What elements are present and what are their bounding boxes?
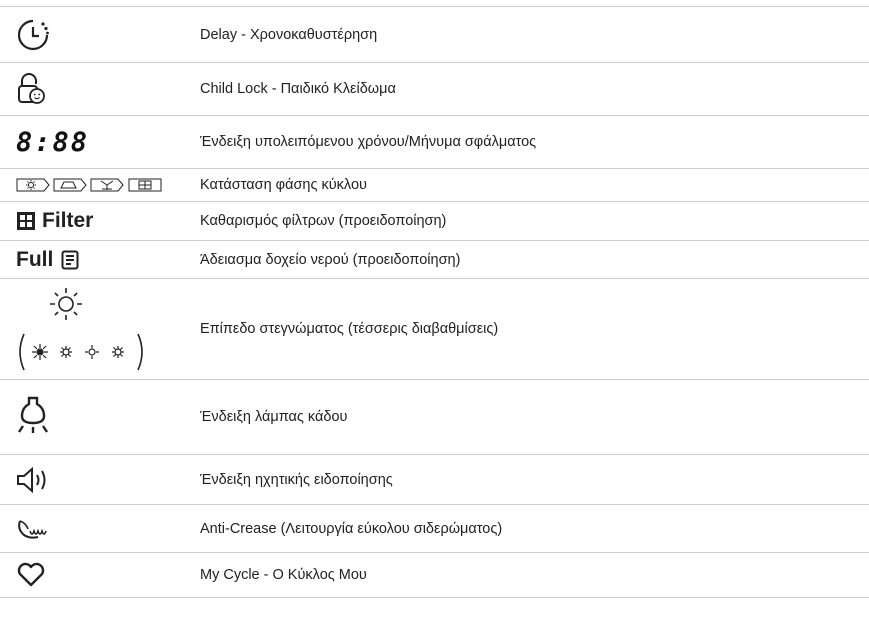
sound-alert-icon xyxy=(16,466,54,493)
legend-text: Child Lock - Παιδικό Κλείδωμα xyxy=(200,81,396,97)
legend-row-delay: Delay - Χρονοκαθυστέρηση xyxy=(0,6,869,62)
legend-text: Ένδειξη υπολειπόμενου χρόνου/Μήνυμα σφάλ… xyxy=(200,134,537,150)
filter-icon xyxy=(16,211,36,231)
legend-table: Delay - Χρονοκαθυστέρηση Child Lock - Πα… xyxy=(0,6,869,598)
digital-display-icon: 8:88 xyxy=(16,126,90,158)
full-label: Full xyxy=(16,247,54,271)
legend-row-drying-level: Επίπεδο στεγνώματος (τέσσερις διαβαθμίσε… xyxy=(0,278,869,379)
legend-row-my-cycle: My Cycle - Ο Κύκλος Μου xyxy=(0,552,869,598)
legend-text: My Cycle - Ο Κύκλος Μου xyxy=(200,567,367,583)
legend-row-lamp: Ένδειξη λάμπας κάδου xyxy=(0,379,869,454)
legend-row-display: 8:88 Ένδειξη υπολειπόμενου χρόνου/Μήνυμα… xyxy=(0,115,869,168)
legend-text: Delay - Χρονοκαθυστέρηση xyxy=(200,26,378,43)
legend-text: Κατάσταση φάσης κύκλου xyxy=(200,177,367,193)
legend-text: Καθαρισμός φίλτρων (προειδοποίηση) xyxy=(200,213,447,229)
cycle-phase-icons xyxy=(16,177,166,193)
legend-row-full: Full Άδειασμα δοχείο νερού (προειδοποίησ… xyxy=(0,240,869,278)
legend-text: Ένδειξη λάμπας κάδου xyxy=(200,409,348,425)
water-container-icon xyxy=(61,250,79,270)
legend-row-child-lock: Child Lock - Παιδικό Κλείδωμα xyxy=(0,62,869,115)
legend-row-filter: Filter Καθαρισμός φίλτρων (προειδοποίηση… xyxy=(0,201,869,240)
drying-level-icon xyxy=(16,284,146,374)
legend-text: Anti-Crease (Λειτουργία εύκολου σιδερώμα… xyxy=(200,520,503,537)
delay-timer-icon xyxy=(16,18,50,52)
legend-text: Άδειασμα δοχείο νερού (προειδοποίηση) xyxy=(200,251,461,268)
filter-label: Filter xyxy=(42,209,94,232)
heart-icon xyxy=(16,562,46,588)
drum-lamp-icon xyxy=(16,395,50,439)
child-lock-icon xyxy=(16,72,48,106)
legend-row-anti-crease: Anti-Crease (Λειτουργία εύκολου σιδερώμα… xyxy=(0,504,869,552)
anti-crease-icon xyxy=(16,517,52,541)
legend-text: Ένδειξη ηχητικής ειδοποίησης xyxy=(200,471,393,488)
legend-row-cycle-phase: Κατάσταση φάσης κύκλου xyxy=(0,168,869,201)
legend-row-sound: Ένδειξη ηχητικής ειδοποίησης xyxy=(0,454,869,504)
legend-text: Επίπεδο στεγνώματος (τέσσερις διαβαθμίσε… xyxy=(200,321,499,337)
